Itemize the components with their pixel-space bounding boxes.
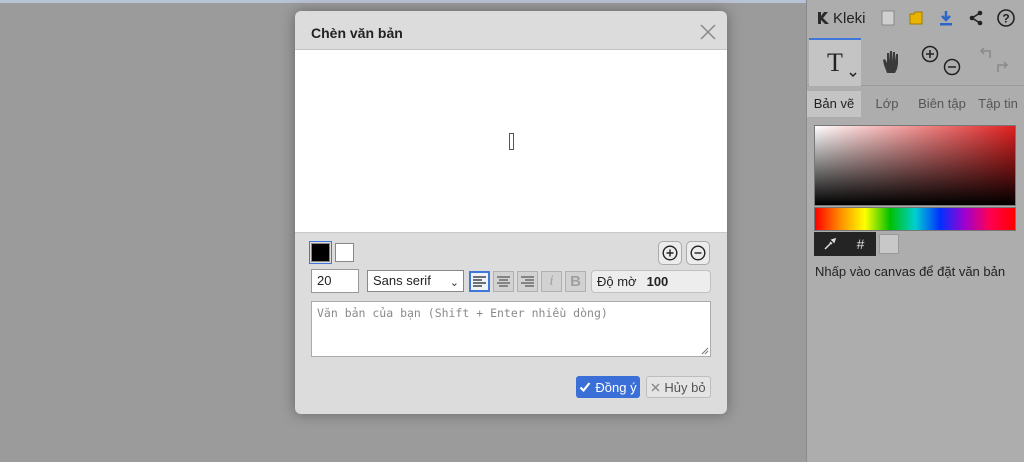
text-color-swatch[interactable]	[309, 241, 332, 264]
italic-button[interactable]: i	[541, 271, 562, 292]
bold-button[interactable]: B	[565, 271, 586, 292]
text-tool-glyph: T	[827, 48, 843, 77]
ok-button[interactable]: Đồng ý	[576, 376, 640, 398]
color-saturation-picker[interactable]	[814, 125, 1016, 206]
align-center-icon	[497, 276, 510, 287]
zoom-out-icon	[943, 58, 961, 76]
italic-label: i	[549, 273, 554, 289]
opacity-value: 100	[646, 274, 669, 289]
tab-drawing[interactable]: Bản vẽ	[807, 91, 861, 117]
align-right-icon	[521, 276, 534, 287]
eyedropper-icon	[823, 237, 836, 250]
ok-label: Đồng ý	[595, 379, 637, 395]
bold-label: B	[570, 273, 581, 290]
app-name: Kleki	[833, 9, 866, 27]
background-color-swatch[interactable]	[335, 243, 354, 262]
cancel-button[interactable]: Hủy bỏ	[646, 376, 711, 398]
zoom-tool[interactable]	[919, 38, 969, 86]
tab-file[interactable]: Tập tin	[971, 91, 1024, 117]
eyedropper-button[interactable]	[814, 232, 845, 256]
close-icon	[700, 24, 716, 40]
text-cursor	[509, 133, 514, 150]
svg-text:?: ?	[1002, 12, 1009, 26]
opacity-label: Độ mờ	[597, 274, 637, 289]
picker-tools: #	[814, 232, 899, 256]
help-icon[interactable]: ?	[997, 9, 1015, 27]
opacity-slider[interactable]: Độ mờ 100	[591, 270, 711, 293]
text-tool[interactable]: T	[809, 38, 861, 86]
history-tool[interactable]	[971, 38, 1023, 86]
tool-row: T	[807, 38, 1024, 86]
align-center-button[interactable]	[493, 271, 514, 292]
download-icon[interactable]	[937, 9, 955, 27]
plus-circle-icon	[662, 245, 678, 261]
tab-edit[interactable]: Biên tập	[913, 91, 971, 117]
chevron-down-icon: ⌄	[449, 277, 459, 289]
text-tool-hint: Nhấp vào canvas để đặt văn bản	[815, 264, 1006, 279]
preview-zoom-in-button[interactable]	[658, 241, 682, 265]
tab-layers[interactable]: Lớp	[861, 91, 913, 117]
align-left-icon	[473, 276, 486, 287]
new-file-icon[interactable]	[879, 9, 897, 27]
checkmark-icon	[580, 382, 591, 393]
hex-button[interactable]: #	[845, 232, 876, 256]
kleki-logo[interactable]: Kleki	[815, 3, 866, 33]
secondary-color-swatch[interactable]	[879, 234, 899, 254]
right-panel: Kleki ? T Bản vẽ Lớp Biên tập Tập tin # …	[806, 0, 1024, 462]
hand-tool[interactable]	[867, 38, 917, 86]
minus-circle-icon	[690, 245, 706, 261]
dialog-title: Chèn văn bản	[311, 25, 403, 41]
cancel-label: Hủy bỏ	[664, 379, 706, 395]
preview-zoom-out-button[interactable]	[686, 241, 710, 265]
chevron-down-icon	[849, 72, 857, 78]
kleki-logo-icon	[818, 12, 829, 24]
undo-icon	[979, 47, 991, 58]
share-icon[interactable]	[967, 9, 985, 27]
font-family-select[interactable]: Sans serif ⌄	[367, 270, 464, 292]
text-input-placeholder: Văn bản của bạn (Shift + Enter nhiều dòn…	[317, 306, 608, 320]
font-family-value: Sans serif	[373, 273, 431, 288]
hue-slider[interactable]	[814, 207, 1016, 231]
zoom-in-icon	[921, 45, 939, 63]
redo-icon	[997, 61, 1009, 72]
save-icon[interactable]	[907, 9, 925, 27]
resize-grip-icon[interactable]	[701, 347, 709, 355]
align-right-button[interactable]	[517, 271, 538, 292]
panel-tabs: Bản vẽ Lớp Biên tập Tập tin	[807, 91, 1024, 117]
close-button[interactable]	[697, 21, 719, 43]
font-size-input[interactable]: 20	[311, 269, 359, 293]
close-icon	[651, 383, 660, 391]
text-preview-canvas	[295, 50, 727, 233]
hand-icon	[883, 51, 898, 73]
text-input[interactable]: Văn bản của bạn (Shift + Enter nhiều dòn…	[311, 301, 711, 357]
align-left-button[interactable]	[469, 271, 490, 292]
insert-text-dialog: Chèn văn bản 20 Sans serif ⌄ i B Độ mờ 10…	[295, 11, 727, 414]
panel-header: Kleki ?	[807, 3, 1024, 33]
